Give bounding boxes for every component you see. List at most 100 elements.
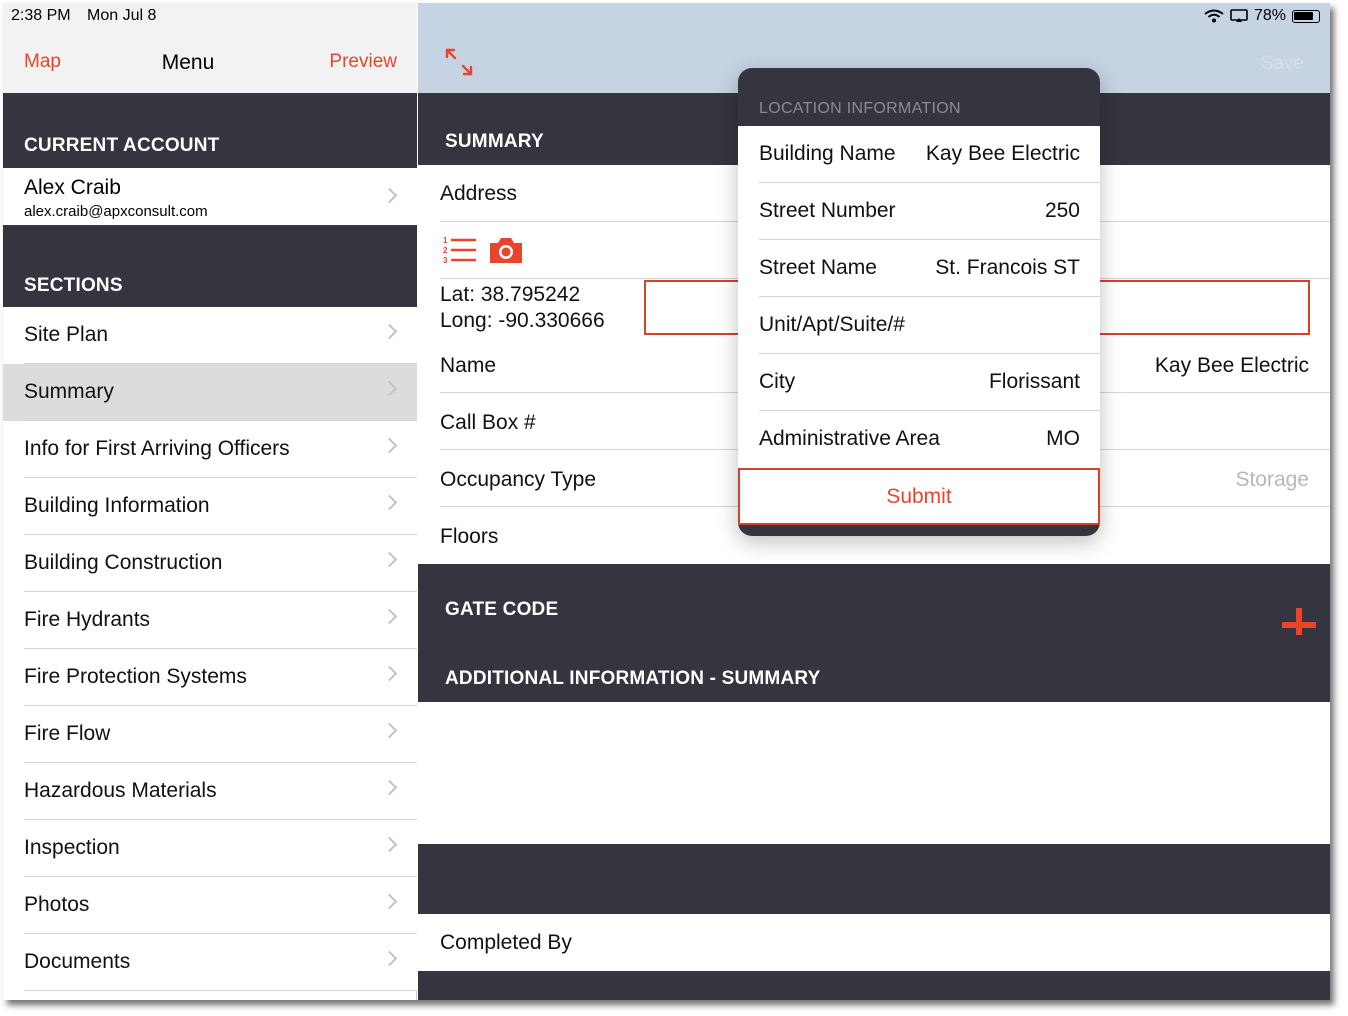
sidebar-item-label: Summary [24, 380, 114, 403]
call-box-label: Call Box # [440, 411, 536, 434]
field-label: Administrative Area [759, 427, 940, 450]
status-bar-left: 2:38 PM Mon Jul 8 [11, 7, 168, 25]
account-email: alex.craib@apxconsult.com [24, 203, 208, 220]
status-time: 2:38 PM [11, 7, 71, 24]
svg-text:3: 3 [443, 256, 448, 264]
chevron-right-icon [381, 608, 398, 625]
numbered-list-icon[interactable]: 123 [443, 236, 477, 264]
battery-icon [1292, 9, 1320, 23]
sidebar-item-site-plan[interactable]: Site Plan [3, 307, 417, 364]
sidebar: 2:38 PM Mon Jul 8 Map Menu Preview CURRE… [3, 3, 417, 1000]
field-value[interactable]: 250 [1045, 199, 1080, 223]
location-field-unit-apt-suite[interactable]: Unit/Apt/Suite/# [738, 297, 1100, 354]
sidebar-item-building-information[interactable]: Building Information [3, 478, 417, 535]
sidebar-item-fire-hydrants[interactable]: Fire Hydrants [3, 592, 417, 649]
sidebar-item-label: Fire Hydrants [24, 608, 151, 631]
sidebar-item-label: Building Information [24, 494, 210, 517]
sidebar-item-label: Photos [24, 893, 90, 916]
screen-mirror-icon [1230, 9, 1248, 22]
status-bar-right: 78% [1204, 7, 1320, 25]
field-value[interactable]: St. Francois ST [935, 256, 1080, 280]
sections-header: SECTIONS [3, 225, 417, 307]
preview-button[interactable]: Preview [329, 51, 397, 73]
latitude-text: Lat: 38.795242 [440, 283, 581, 306]
sidebar-item-label: Hazardous Materials [24, 779, 217, 802]
sidebar-item-summary[interactable]: Summary [3, 364, 417, 421]
account-name: Alex Craib [24, 176, 121, 199]
field-value[interactable]: Florissant [989, 370, 1080, 394]
wifi-icon [1204, 9, 1224, 23]
sidebar-item-hazardous-materials[interactable]: Hazardous Materials [3, 763, 417, 820]
status-date: Mon Jul 8 [87, 7, 157, 24]
location-field-street-name[interactable]: Street Name St. Francois ST [738, 240, 1100, 297]
chevron-right-icon [381, 722, 398, 739]
chevron-right-icon [381, 665, 398, 682]
chevron-right-icon [381, 323, 398, 340]
sidebar-item-photos[interactable]: Photos [3, 877, 417, 934]
save-button[interactable]: Save [1261, 53, 1304, 75]
sections-list: Site Plan Summary Info for First Arriving … [3, 307, 417, 991]
longitude-text: Long: -90.330666 [440, 309, 605, 332]
chevron-right-icon [381, 494, 398, 511]
submit-button[interactable]: Submit [738, 468, 1100, 525]
chevron-right-icon [381, 380, 398, 397]
sidebar-item-fire-protection-systems[interactable]: Fire Protection Systems [3, 649, 417, 706]
menu-title: Menu [161, 51, 215, 74]
sidebar-item-documents[interactable]: Documents [3, 934, 417, 991]
field-label: Building Name [759, 142, 896, 165]
sidebar-navbar: 2:38 PM Mon Jul 8 Map Menu Preview [3, 3, 417, 93]
occupancy-type-placeholder: Storage [1235, 468, 1309, 491]
chevron-right-icon [381, 950, 398, 967]
chevron-right-icon [381, 836, 398, 853]
chevron-right-icon [381, 551, 398, 568]
sidebar-item-inspection[interactable]: Inspection [3, 820, 417, 877]
camera-icon[interactable] [488, 236, 524, 264]
occupancy-type-label: Occupancy Type [440, 468, 597, 491]
field-value[interactable]: MO [1046, 427, 1080, 451]
svg-text:2: 2 [443, 246, 448, 255]
floors-label: Floors [440, 525, 499, 548]
sidebar-item-label: Building Construction [24, 551, 223, 574]
location-field-administrative-area[interactable]: Administrative Area MO [738, 411, 1100, 468]
row-divider [24, 990, 417, 991]
svg-text:1: 1 [443, 236, 448, 245]
field-value[interactable]: Kay Bee Electric [926, 142, 1080, 166]
chevron-right-icon [381, 437, 398, 454]
chevron-right-icon [381, 779, 398, 796]
location-field-city[interactable]: City Florissant [738, 354, 1100, 411]
additional-information-header: ADDITIONAL INFORMATION - SUMMARY [418, 635, 1330, 702]
sidebar-item-label: Fire Protection Systems [24, 665, 247, 688]
app-window: 2:38 PM Mon Jul 8 Map Menu Preview CURRE… [3, 3, 1330, 1000]
sidebar-item-label: Site Plan [24, 323, 109, 346]
sidebar-item-label: Info for First Arriving Officers [24, 437, 290, 460]
sidebar-item-label: Documents [24, 950, 131, 973]
battery-percent: 78% [1253, 7, 1286, 24]
field-label: Unit/Apt/Suite/# [759, 313, 905, 336]
sidebar-item-label: Fire Flow [24, 722, 111, 745]
expand-arrows-icon[interactable] [444, 47, 474, 77]
section-spacer [418, 844, 1330, 914]
address-label: Address [440, 182, 518, 205]
sidebar-item-label: Inspection [24, 836, 120, 859]
field-label: Street Number [759, 199, 896, 222]
location-field-street-number[interactable]: Street Number 250 [738, 183, 1100, 240]
popover-title: LOCATION INFORMATION [759, 100, 961, 117]
location-information-popover: LOCATION INFORMATION Building Name Kay Be… [738, 68, 1100, 536]
completed-by-row[interactable]: Completed By [418, 914, 1330, 971]
field-label: Street Name [759, 256, 877, 279]
chevron-right-icon [381, 893, 398, 910]
location-field-building-name[interactable]: Building Name Kay Bee Electric [738, 126, 1100, 183]
sidebar-item-building-construction[interactable]: Building Construction [3, 535, 417, 592]
name-value: Kay Bee Electric [1154, 354, 1309, 377]
additional-information-textarea[interactable] [418, 702, 1330, 844]
sidebar-item-fire-flow[interactable]: Fire Flow [3, 706, 417, 763]
section-footer [418, 971, 1330, 1000]
gate-code-header: GATE CODE [418, 564, 1330, 635]
current-account-header: CURRENT ACCOUNT [3, 93, 417, 168]
location-fields-list: Building Name Kay Bee Electric Street Numb… [738, 126, 1100, 468]
sidebar-item-info-for-first-arriving-officers[interactable]: Info for First Arriving Officers [3, 421, 417, 478]
completed-by-label: Completed By [440, 931, 572, 954]
name-label: Name [440, 354, 497, 377]
chevron-right-icon [381, 187, 398, 204]
account-row[interactable]: Alex Craib alex.craib@apxconsult.com [3, 168, 417, 225]
